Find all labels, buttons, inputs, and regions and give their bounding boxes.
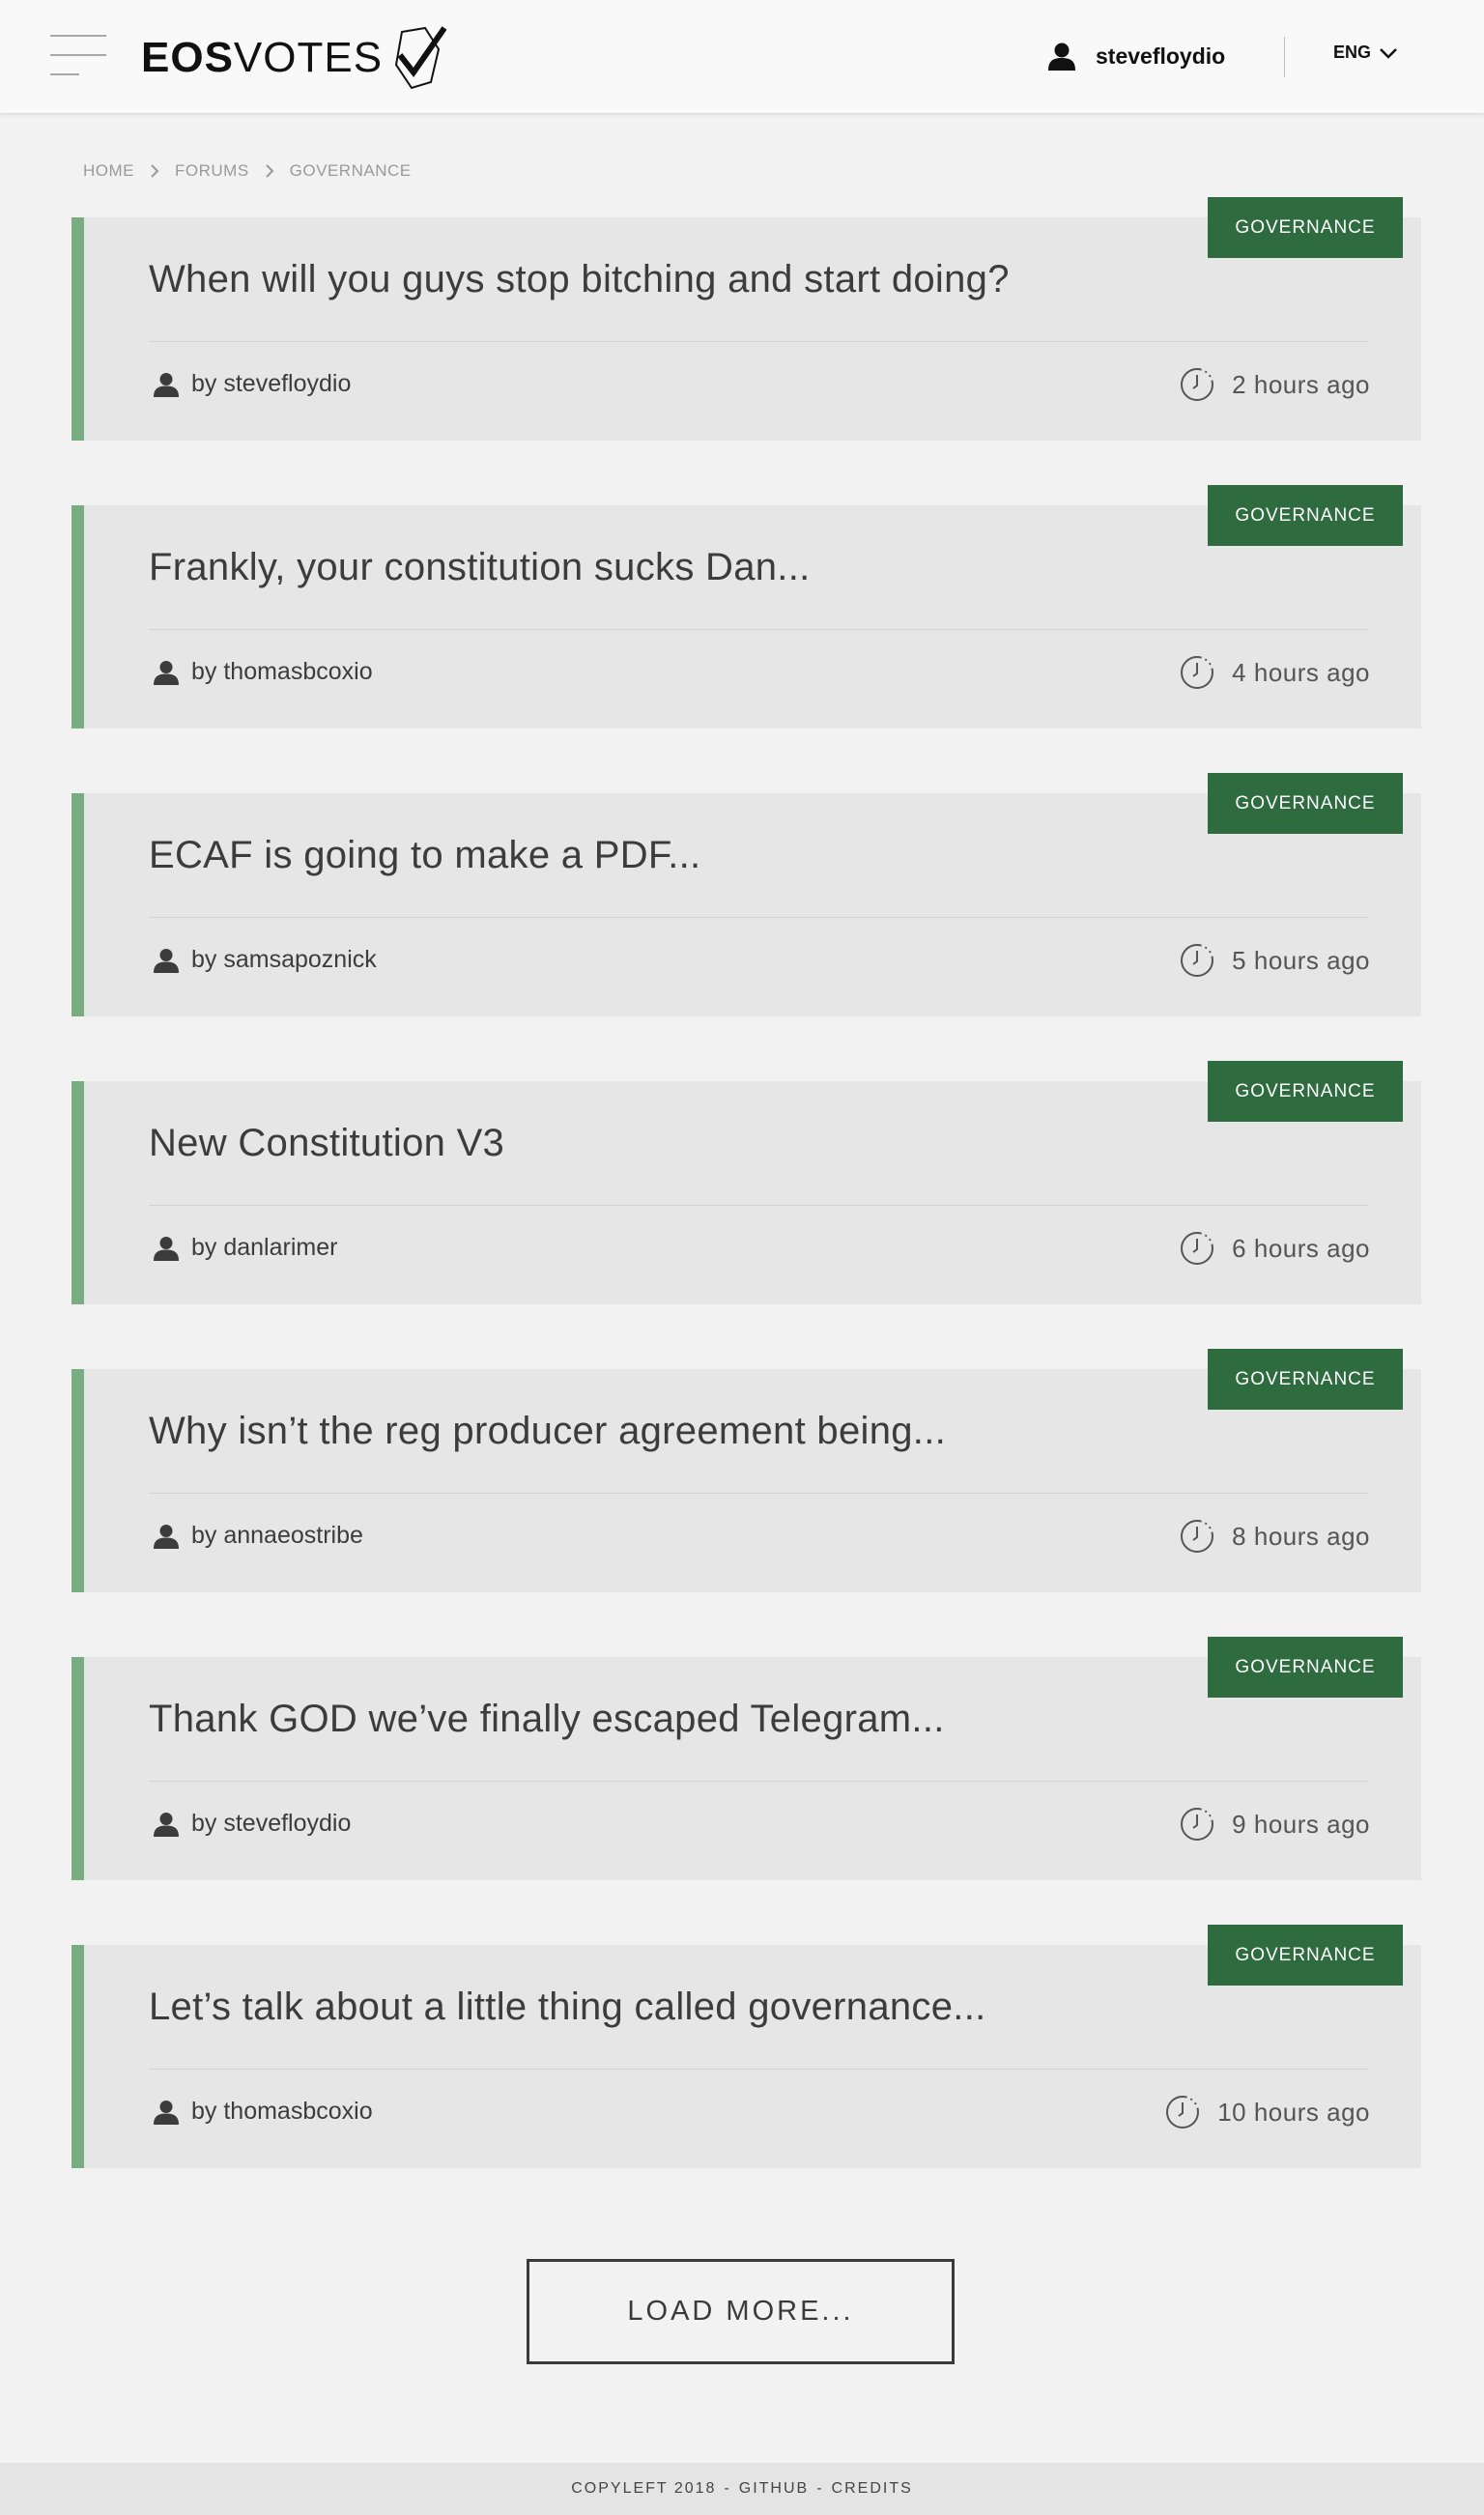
category-tag[interactable]: GOVERNANCE [1208, 1637, 1403, 1698]
post-divider [149, 1205, 1369, 1206]
post-author-name: by stevefloydio [191, 370, 352, 397]
post-author[interactable]: by annaeostribe [153, 1522, 363, 1550]
post-title[interactable]: When will you guys stop bitching and sta… [149, 258, 1010, 301]
clock-icon [1181, 368, 1214, 401]
language-selector[interactable]: ENG [1333, 43, 1398, 63]
footer-credits-link[interactable]: CREDITS [832, 2480, 913, 2498]
breadcrumb-forums[interactable]: FORUMS [175, 161, 249, 181]
post-divider [149, 1781, 1369, 1782]
category-tag[interactable]: GOVERNANCE [1208, 1061, 1403, 1122]
language-label: ENG [1333, 43, 1372, 62]
user-icon [154, 1236, 179, 1261]
user-name: stevefloydio [1096, 43, 1226, 69]
footer-separator: - [724, 2480, 731, 2497]
post-author-name: by samsapoznick [191, 946, 377, 973]
post-time: 10 hours ago [1165, 2095, 1370, 2129]
post-time-label: 5 hours ago [1232, 945, 1370, 975]
post-card[interactable]: GOVERNANCE Frankly, your constitution suc… [71, 485, 1421, 729]
logo-checkmark-icon [395, 26, 447, 90]
clock-icon [1181, 944, 1214, 977]
post-author[interactable]: by thomasbcoxio [153, 658, 373, 686]
post-time: 2 hours ago [1180, 367, 1370, 402]
post-title[interactable]: Frankly, your constitution sucks Dan... [149, 546, 811, 589]
post-time-label: 4 hours ago [1232, 657, 1370, 687]
post-time-label: 6 hours ago [1232, 1233, 1370, 1263]
post-time: 9 hours ago [1180, 1807, 1370, 1842]
footer: COPYLEFT 2018 - GITHUB - CREDITS [0, 2463, 1484, 2515]
post-divider [149, 1493, 1369, 1494]
post-card[interactable]: GOVERNANCE When will you guys stop bitchi… [71, 197, 1421, 441]
load-more-button[interactable]: LOAD MORE... [527, 2259, 955, 2364]
footer-github-link[interactable]: GITHUB [739, 2480, 809, 2498]
post-title[interactable]: Why isn’t the reg producer agreement bei… [149, 1410, 946, 1453]
post-time-label: 2 hours ago [1232, 369, 1370, 399]
category-tag[interactable]: GOVERNANCE [1208, 485, 1403, 546]
menu-icon[interactable] [50, 35, 106, 75]
post-card[interactable]: GOVERNANCE ECAF is going to make a PDF...… [71, 773, 1421, 1016]
user-icon [154, 660, 179, 685]
post-author-name: by stevefloydio [191, 1810, 352, 1837]
post-divider [149, 629, 1369, 630]
post-card[interactable]: GOVERNANCE New Constitution V3 by danlarim… [71, 1061, 1421, 1304]
header-divider [1284, 37, 1285, 77]
post-card[interactable]: GOVERNANCE Thank GOD we’ve finally escape… [71, 1637, 1421, 1880]
category-tag[interactable]: GOVERNANCE [1208, 1349, 1403, 1410]
user-icon [154, 1524, 179, 1549]
post-author-name: by thomasbcoxio [191, 2098, 373, 2125]
post-time: 6 hours ago [1180, 1231, 1370, 1266]
clock-icon [1166, 2096, 1200, 2129]
logo[interactable]: EOSVOTES [141, 25, 448, 91]
user-menu[interactable]: stevefloydio [1047, 35, 1225, 77]
top-header: EOSVOTES stevefloydio ENG [0, 0, 1484, 114]
post-title[interactable]: Thank GOD we’ve finally escaped Telegram… [149, 1698, 945, 1741]
breadcrumb-home[interactable]: HOME [83, 161, 134, 181]
post-divider [149, 2069, 1369, 2070]
chevron-right-icon [150, 163, 159, 179]
post-time: 4 hours ago [1180, 655, 1370, 690]
post-time-label: 10 hours ago [1217, 2097, 1370, 2127]
footer-separator: - [816, 2480, 824, 2497]
breadcrumb-governance[interactable]: GOVERNANCE [290, 161, 412, 181]
logo-text: EOSVOTES [141, 34, 384, 81]
clock-icon [1181, 656, 1214, 689]
post-author[interactable]: by danlarimer [153, 1234, 337, 1262]
user-icon [154, 372, 179, 397]
post-author[interactable]: by thomasbcoxio [153, 2098, 373, 2126]
user-icon [154, 948, 179, 973]
footer-copyleft: COPYLEFT 2018 [571, 2480, 717, 2497]
breadcrumb: HOME FORUMS GOVERNANCE [83, 161, 412, 181]
post-time: 5 hours ago [1180, 943, 1370, 978]
category-tag[interactable]: GOVERNANCE [1208, 1925, 1403, 1986]
category-tag[interactable]: GOVERNANCE [1208, 197, 1403, 258]
post-author[interactable]: by stevefloydio [153, 1810, 351, 1838]
post-author[interactable]: by samsapoznick [153, 946, 377, 974]
chevron-down-icon [1380, 47, 1397, 59]
user-icon [1048, 43, 1075, 71]
post-title[interactable]: ECAF is going to make a PDF... [149, 834, 700, 877]
post-author-name: by annaeostribe [191, 1522, 363, 1549]
post-card[interactable]: GOVERNANCE Let’s talk about a little thin… [71, 1925, 1421, 2168]
user-icon [154, 1812, 179, 1837]
clock-icon [1181, 1808, 1214, 1841]
post-author[interactable]: by stevefloydio [153, 370, 351, 398]
post-time: 8 hours ago [1180, 1519, 1370, 1554]
post-title[interactable]: Let’s talk about a little thing called g… [149, 1986, 986, 2029]
category-tag[interactable]: GOVERNANCE [1208, 773, 1403, 834]
clock-icon [1181, 1232, 1214, 1265]
post-time-label: 9 hours ago [1232, 1809, 1370, 1839]
user-icon [154, 2100, 179, 2125]
post-author-name: by danlarimer [191, 1234, 338, 1261]
post-author-name: by thomasbcoxio [191, 658, 373, 685]
post-card[interactable]: GOVERNANCE Why isn’t the reg producer agr… [71, 1349, 1421, 1592]
post-time-label: 8 hours ago [1232, 1521, 1370, 1551]
post-divider [149, 341, 1369, 342]
clock-icon [1181, 1520, 1214, 1553]
post-title[interactable]: New Constitution V3 [149, 1122, 504, 1165]
chevron-right-icon [265, 163, 274, 179]
post-divider [149, 917, 1369, 918]
